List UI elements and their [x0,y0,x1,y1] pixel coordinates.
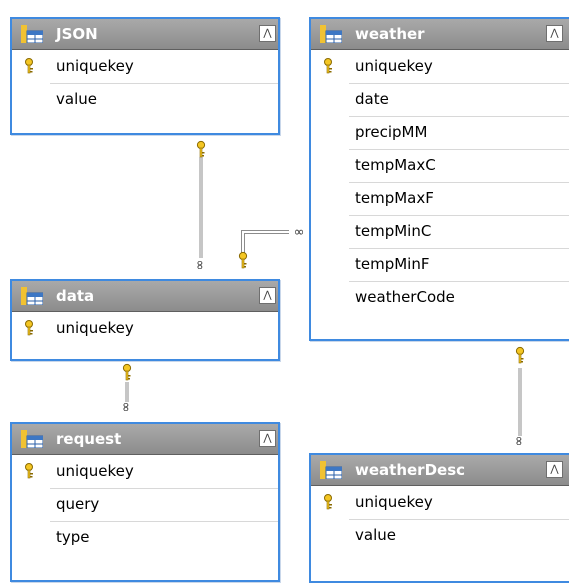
column-name: type [56,528,90,546]
table-icon [21,430,43,448]
column-row[interactable]: uniquekey [12,455,278,488]
table-title-bar[interactable]: request ⋀ [12,424,278,455]
column-name: tempMaxC [355,156,436,174]
column-row[interactable]: type [12,521,278,554]
column-name: uniquekey [56,57,134,75]
key-icon [515,346,525,364]
table-title-bar[interactable]: weather ⋀ [311,19,569,50]
infinity-icon: ∞ [294,225,305,240]
relationship-json-data [199,157,203,258]
table-icon [21,287,43,305]
column-row[interactable]: tempMinF [311,248,569,281]
column-name: date [355,90,389,108]
key-icon [324,494,332,510]
column-row[interactable]: uniquekey [12,312,278,345]
column-row[interactable]: precipMM [311,116,569,149]
table-title: data [56,287,95,305]
column-row[interactable]: value [311,519,569,552]
relationship-data-request [125,382,129,402]
column-name: uniquekey [355,493,433,511]
column-name: value [56,90,97,108]
collapse-icon[interactable]: ⋀ [259,430,276,447]
column-row[interactable]: tempMinC [311,215,569,248]
table-title-bar[interactable]: data ⋀ [12,281,278,312]
column-name: uniquekey [355,57,433,75]
key-icon [25,58,33,74]
column-name: tempMaxF [355,189,434,207]
column-row[interactable]: uniquekey [311,50,569,83]
table-weatherdesc[interactable]: weatherDesc ⋀ uniquekey value [309,453,569,583]
column-row[interactable]: tempMaxC [311,149,569,182]
column-name: query [56,495,100,513]
table-json[interactable]: JSON ⋀ uniquekey value [10,17,280,135]
column-row[interactable]: value [12,83,278,116]
table-icon [21,25,43,43]
table-data[interactable]: data ⋀ uniquekey [10,279,280,361]
column-row[interactable]: query [12,488,278,521]
column-name: uniquekey [56,319,134,337]
collapse-icon[interactable]: ⋀ [546,461,563,478]
table-title: request [56,430,122,448]
table-request[interactable]: request ⋀ uniquekey query type [10,422,280,582]
table-title-bar[interactable]: JSON ⋀ [12,19,278,50]
table-title: weatherDesc [355,461,466,479]
infinity-icon: ∞ [118,402,133,413]
table-title: JSON [56,25,98,43]
table-title-bar[interactable]: weatherDesc ⋀ [311,455,569,486]
column-row[interactable]: date [311,83,569,116]
key-icon [196,140,206,158]
relationship-data-weather [241,230,289,256]
table-title: weather [355,25,425,43]
relationship-weather-weatherdesc [518,368,522,436]
key-icon [238,251,248,269]
key-icon [25,320,33,336]
column-name: tempMinC [355,222,432,240]
collapse-icon[interactable]: ⋀ [259,25,276,42]
table-weather[interactable]: weather ⋀ uniquekey date precipMM tempMa… [309,17,569,341]
infinity-icon: ∞ [511,436,526,447]
column-name: value [355,526,396,544]
column-name: precipMM [355,123,428,141]
column-name: weatherCode [355,288,455,306]
table-icon [320,461,342,479]
column-row[interactable]: weatherCode [311,281,569,314]
table-icon [320,25,342,43]
key-icon [122,363,132,381]
column-row[interactable]: tempMaxF [311,182,569,215]
key-icon [25,463,33,479]
collapse-icon[interactable]: ⋀ [259,287,276,304]
collapse-icon[interactable]: ⋀ [546,25,563,42]
column-row[interactable]: uniquekey [12,50,278,83]
key-icon [324,58,332,74]
infinity-icon: ∞ [192,260,207,271]
column-name: tempMinF [355,255,430,273]
column-name: uniquekey [56,462,134,480]
column-row[interactable]: uniquekey [311,486,569,519]
